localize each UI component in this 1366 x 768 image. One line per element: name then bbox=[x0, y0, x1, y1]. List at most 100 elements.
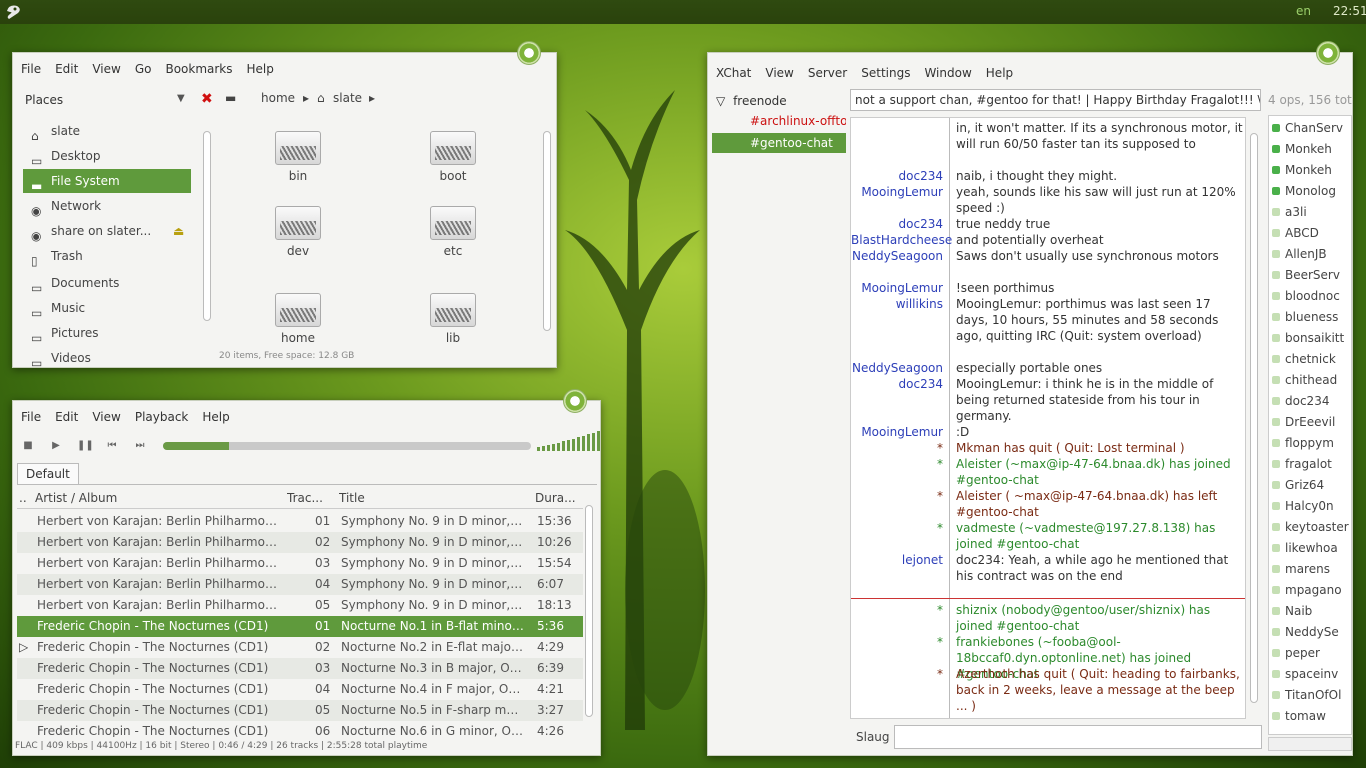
sidebar-item-network[interactable]: ◉ Network bbox=[23, 194, 191, 218]
user-list-item[interactable]: mpagano bbox=[1269, 580, 1351, 601]
chevron-right-icon[interactable]: ▸ bbox=[369, 91, 375, 105]
user-list-item[interactable]: fragalot bbox=[1269, 454, 1351, 475]
play-icon[interactable]: ▶ bbox=[49, 439, 63, 453]
sidebar-scrollbar[interactable] bbox=[203, 131, 211, 321]
message-nick[interactable]: willikins bbox=[851, 296, 943, 312]
table-row[interactable]: Frederic Chopin - The Nocturnes (CD1) 04 N… bbox=[17, 679, 583, 700]
tab-default[interactable]: Default bbox=[17, 463, 79, 484]
message-nick[interactable]: NeddySeagoon bbox=[851, 248, 943, 264]
table-row[interactable]: ▷ Frederic Chopin - The Nocturnes (CD1) 02… bbox=[17, 637, 583, 658]
table-row[interactable]: Frederic Chopin - The Nocturnes (CD1) 01 N… bbox=[17, 616, 583, 637]
tree-network-freenode[interactable]: ▽ freenode bbox=[712, 91, 846, 111]
sidebar-item-share[interactable]: ◉ share on slater... ⏏ bbox=[23, 219, 191, 243]
close-sidebar-icon[interactable]: ✖ bbox=[201, 91, 213, 107]
stop-icon[interactable]: ■ bbox=[21, 439, 35, 453]
breadcrumb-home[interactable]: home bbox=[261, 91, 295, 105]
col-artist[interactable]: Artist / Album bbox=[35, 491, 117, 505]
message-nick[interactable]: * bbox=[851, 666, 943, 682]
drive-icon[interactable]: ▬ bbox=[225, 91, 236, 105]
table-row[interactable]: Herbert von Karajan: Berlin Philharmonic… bbox=[17, 553, 583, 574]
volume-slider[interactable] bbox=[537, 431, 603, 451]
menu-help[interactable]: Help bbox=[202, 410, 229, 427]
menu-playback[interactable]: Playback bbox=[135, 410, 189, 427]
folder-scrollbar[interactable] bbox=[543, 131, 551, 331]
message-nick[interactable]: * bbox=[851, 488, 943, 504]
chevron-down-icon[interactable]: ▽ bbox=[716, 94, 725, 108]
user-list-item[interactable]: AllenJB bbox=[1269, 244, 1351, 265]
table-row[interactable]: Frederic Chopin - The Nocturnes (CD1) 03 N… bbox=[17, 658, 583, 679]
message-nick[interactable]: * bbox=[851, 440, 943, 456]
message-nick[interactable]: lejonet bbox=[851, 552, 943, 568]
tree-channel-archlinux[interactable]: #archlinux-offto bbox=[712, 111, 846, 131]
user-list-item[interactable]: spaceinv bbox=[1269, 664, 1351, 685]
table-row[interactable]: Herbert von Karajan: Berlin Philharmonic… bbox=[17, 595, 583, 616]
user-list-item[interactable]: likewhoa bbox=[1269, 538, 1351, 559]
folder-lib[interactable]: lib bbox=[413, 285, 493, 355]
menu-view[interactable]: View bbox=[92, 410, 120, 427]
user-list-item[interactable]: keytoaster bbox=[1269, 517, 1351, 538]
playlist-scrollbar[interactable] bbox=[585, 505, 593, 717]
menu-xchat[interactable]: XChat bbox=[716, 66, 751, 83]
pause-icon[interactable]: ❚❚ bbox=[77, 439, 94, 453]
user-list-item[interactable]: blueness bbox=[1269, 307, 1351, 328]
col-duration[interactable]: Dura... bbox=[535, 491, 576, 505]
message-nick[interactable]: * bbox=[851, 602, 943, 618]
user-list-item[interactable]: bloodnoc bbox=[1269, 286, 1351, 307]
message-input[interactable] bbox=[894, 725, 1262, 749]
col-title[interactable]: Title bbox=[339, 491, 365, 505]
menu-go[interactable]: Go bbox=[135, 62, 152, 79]
user-list-item[interactable]: Monkeh bbox=[1269, 139, 1351, 160]
sidebar-item-music[interactable]: ▭ Music bbox=[23, 296, 191, 320]
user-list-item[interactable]: chetnick bbox=[1269, 349, 1351, 370]
sidebar-item-trash[interactable]: ▯ Trash bbox=[23, 244, 191, 268]
user-list-item[interactable]: chithead bbox=[1269, 370, 1351, 391]
message-nick[interactable]: * bbox=[851, 456, 943, 472]
user-list-item[interactable]: ABCD bbox=[1269, 223, 1351, 244]
user-list-item[interactable]: Halcy0n bbox=[1269, 496, 1351, 517]
message-nick[interactable]: NeddySeagoon bbox=[851, 360, 943, 376]
user-list-item[interactable]: BeerServ bbox=[1269, 265, 1351, 286]
message-nick[interactable]: doc234 bbox=[851, 376, 943, 392]
user-list-item[interactable]: Naib bbox=[1269, 601, 1351, 622]
eject-icon[interactable]: ⏏ bbox=[173, 219, 184, 243]
user-list-item[interactable]: peper bbox=[1269, 643, 1351, 664]
folder-home[interactable]: home bbox=[258, 285, 338, 355]
nick-column-separator[interactable] bbox=[949, 118, 950, 718]
menu-edit[interactable]: Edit bbox=[55, 62, 78, 79]
user-list-scrollbar[interactable] bbox=[1268, 737, 1352, 751]
folder-boot[interactable]: boot bbox=[413, 123, 493, 193]
user-list-item[interactable]: Monolog bbox=[1269, 181, 1351, 202]
nickname-button[interactable]: Slaug bbox=[856, 730, 890, 744]
user-list-item[interactable]: marens bbox=[1269, 559, 1351, 580]
message-nick[interactable]: doc234 bbox=[851, 168, 943, 184]
sidebar-item-desktop[interactable]: ▭ Desktop bbox=[23, 144, 191, 168]
message-nick[interactable]: MooingLemur bbox=[851, 280, 943, 296]
user-list-item[interactable]: floppym bbox=[1269, 433, 1351, 454]
gentoo-logo-icon[interactable] bbox=[4, 3, 22, 21]
menu-view[interactable]: View bbox=[765, 66, 793, 83]
folder-bin[interactable]: bin bbox=[258, 123, 338, 193]
keyboard-layout-indicator[interactable]: en bbox=[1296, 4, 1311, 18]
user-list-item[interactable]: Monkeh bbox=[1269, 160, 1351, 181]
user-list-item[interactable]: TitanOfOl bbox=[1269, 685, 1351, 706]
user-list-item[interactable]: bonsaikitt bbox=[1269, 328, 1351, 349]
menu-bookmarks[interactable]: Bookmarks bbox=[165, 62, 232, 79]
sidebar-item-documents[interactable]: ▭ Documents bbox=[23, 271, 191, 295]
menu-help[interactable]: Help bbox=[986, 66, 1013, 83]
table-row[interactable]: Herbert von Karajan: Berlin Philharmonic… bbox=[17, 511, 583, 532]
breadcrumb-slate[interactable]: slate bbox=[333, 91, 362, 105]
seek-bar[interactable] bbox=[163, 442, 531, 450]
message-nick[interactable]: MooingLemur bbox=[851, 184, 943, 200]
sidebar-item-slate[interactable]: ⌂ slate bbox=[23, 119, 191, 143]
user-list-item[interactable]: DrEeevil bbox=[1269, 412, 1351, 433]
user-list-item[interactable]: NeddySe bbox=[1269, 622, 1351, 643]
message-nick[interactable]: BlastHardcheese bbox=[851, 232, 952, 248]
table-row[interactable]: Frederic Chopin - The Nocturnes (CD1) 05 N… bbox=[17, 700, 583, 721]
menu-settings[interactable]: Settings bbox=[861, 66, 910, 83]
folder-etc[interactable]: etc bbox=[413, 198, 493, 268]
menu-help[interactable]: Help bbox=[247, 62, 274, 79]
menu-server[interactable]: Server bbox=[808, 66, 847, 83]
user-list-item[interactable]: Griz64 bbox=[1269, 475, 1351, 496]
sidebar-item-file-system[interactable]: ▬ File System bbox=[23, 169, 191, 193]
sidebar-item-pictures[interactable]: ▭ Pictures bbox=[23, 321, 191, 345]
